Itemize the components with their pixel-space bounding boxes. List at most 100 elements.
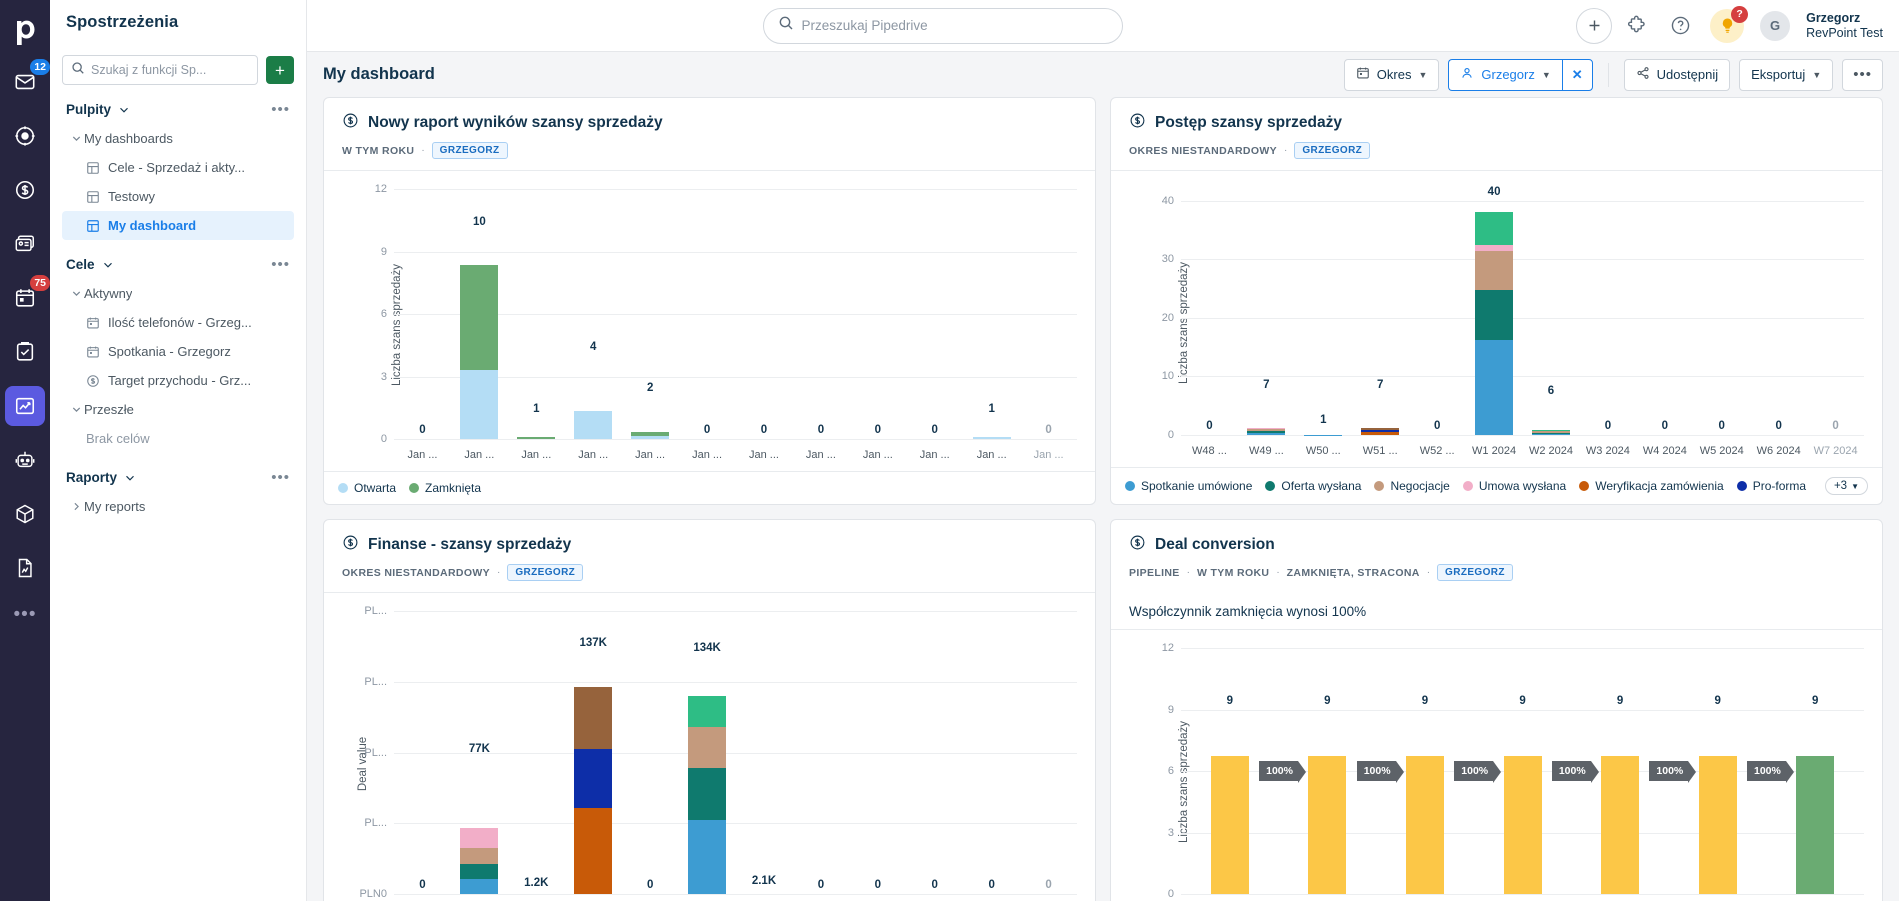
bar-segment[interactable] bbox=[460, 265, 499, 370]
bar-column[interactable]: 1 bbox=[508, 189, 565, 439]
card-owner-chip[interactable]: GRZEGORZ bbox=[1437, 564, 1513, 581]
bar-column[interactable]: 2 bbox=[622, 189, 679, 439]
bar-column[interactable]: 0 bbox=[1636, 189, 1693, 435]
rail-item-activities[interactable] bbox=[5, 332, 45, 372]
bar-column[interactable]: 0 bbox=[1409, 189, 1466, 435]
legend-item[interactable]: Oferta wysłana bbox=[1265, 479, 1361, 493]
tree-row-target-przychodu[interactable]: Target przychodu - Grz... bbox=[62, 366, 294, 395]
bar-segment[interactable] bbox=[688, 819, 727, 894]
tree-row-my-dashboard[interactable]: My dashboard bbox=[62, 211, 294, 240]
rail-item-documents[interactable] bbox=[5, 548, 45, 588]
bar-column[interactable]: 0 bbox=[1579, 189, 1636, 435]
bar-column[interactable]: 1 bbox=[1295, 189, 1352, 435]
global-search-box[interactable] bbox=[762, 7, 1123, 44]
section-menu-button[interactable]: ••• bbox=[271, 469, 290, 486]
bar-segment[interactable] bbox=[1405, 755, 1444, 894]
bar-column[interactable]: 134K bbox=[679, 611, 736, 894]
section-menu-button[interactable]: ••• bbox=[271, 256, 290, 273]
bar-column[interactable]: 9 bbox=[1571, 648, 1669, 894]
bar-segment[interactable] bbox=[1247, 433, 1286, 435]
chevron-down-icon[interactable] bbox=[118, 104, 130, 116]
user-filter-button[interactable]: Grzegorz ▼ bbox=[1448, 58, 1562, 91]
bar-column[interactable]: 0 bbox=[679, 189, 736, 439]
bar-column[interactable]: 7 bbox=[1352, 189, 1409, 435]
bar-column[interactable]: 2.1K bbox=[736, 611, 793, 894]
bar-column[interactable]: 0 bbox=[1807, 189, 1864, 435]
bar-column[interactable]: 4 bbox=[565, 189, 622, 439]
bar-segment[interactable] bbox=[1475, 340, 1514, 435]
bar-segment[interactable] bbox=[1503, 755, 1542, 894]
bar-column[interactable]: 0 bbox=[963, 611, 1020, 894]
sidebar-search-input[interactable] bbox=[91, 63, 249, 77]
rail-item-insights[interactable] bbox=[5, 386, 45, 426]
bar-segment[interactable] bbox=[1210, 755, 1249, 894]
bar-segment[interactable] bbox=[688, 695, 727, 727]
bar-column[interactable]: 1 bbox=[963, 189, 1020, 439]
rail-more-button[interactable]: ••• bbox=[14, 604, 37, 626]
bar-column[interactable]: 0 bbox=[1181, 189, 1238, 435]
bar-segment[interactable] bbox=[688, 768, 727, 820]
tree-row-my-dashboards[interactable]: My dashboards bbox=[62, 124, 294, 153]
lightbulb-icon[interactable]: ? bbox=[1710, 5, 1749, 43]
bar-column[interactable]: 9 bbox=[1766, 648, 1864, 894]
rail-item-calendar[interactable]: 75 bbox=[5, 275, 50, 318]
bar-column[interactable]: 10 bbox=[451, 189, 508, 439]
bar-column[interactable]: 40 bbox=[1466, 186, 1523, 435]
bar-column[interactable]: 0 bbox=[736, 189, 793, 439]
puzzle-icon[interactable] bbox=[1622, 12, 1650, 40]
rail-item-contacts[interactable] bbox=[5, 224, 45, 264]
bar-column[interactable]: 9 bbox=[1376, 648, 1474, 894]
bar-column[interactable]: 137K bbox=[565, 611, 622, 894]
card-owner-chip[interactable]: GRZEGORZ bbox=[507, 564, 584, 581]
bar-column[interactable]: 0 bbox=[792, 611, 849, 894]
legend-overflow-button[interactable]: +3 ▼ bbox=[1824, 477, 1868, 495]
chevron-down-icon[interactable] bbox=[102, 259, 114, 271]
bar-column[interactable]: 0 bbox=[1020, 189, 1077, 439]
bar-column[interactable]: 9 bbox=[1474, 648, 1572, 894]
legend-item[interactable]: Otwarta bbox=[338, 481, 396, 495]
tree-row-cele-sprzedaz[interactable]: Cele - Sprzedaż i akty... bbox=[62, 153, 294, 182]
avatar[interactable]: G bbox=[1760, 10, 1791, 41]
tree-row-testowy[interactable]: Testowy bbox=[62, 182, 294, 211]
card-owner-chip[interactable]: GRZEGORZ bbox=[1294, 142, 1371, 159]
bar-column[interactable]: 1.2K bbox=[508, 611, 565, 894]
bar-segment[interactable] bbox=[574, 748, 613, 808]
bar-segment[interactable] bbox=[574, 686, 613, 749]
bar-column[interactable]: 9 bbox=[1279, 648, 1377, 894]
bar-segment[interactable] bbox=[574, 807, 613, 894]
bar-segment[interactable] bbox=[460, 878, 499, 894]
rail-item-leads[interactable] bbox=[5, 116, 45, 156]
tree-row-my-reports[interactable]: My reports bbox=[62, 492, 294, 521]
bar-column[interactable]: 0 bbox=[906, 611, 963, 894]
bar-segment[interactable] bbox=[1361, 432, 1400, 435]
bar-column[interactable]: 0 bbox=[849, 611, 906, 894]
section-menu-button[interactable]: ••• bbox=[271, 101, 290, 118]
bar-segment[interactable] bbox=[1308, 755, 1347, 894]
legend-item[interactable]: Umowa wysłana bbox=[1462, 479, 1566, 493]
pipedrive-logo[interactable] bbox=[0, 10, 50, 54]
tree-row-spotkania[interactable]: Spotkania - Grzegorz bbox=[62, 337, 294, 366]
tree-row-przeszle[interactable]: Przeszłe bbox=[62, 395, 294, 424]
bar-column[interactable]: 0 bbox=[1750, 189, 1807, 435]
rail-item-automations[interactable] bbox=[5, 440, 45, 480]
share-button[interactable]: Udostępnij bbox=[1623, 58, 1731, 91]
bar-segment[interactable] bbox=[460, 369, 499, 439]
bar-segment[interactable] bbox=[688, 726, 727, 769]
bar-segment[interactable] bbox=[1475, 211, 1514, 246]
global-search-input[interactable] bbox=[801, 18, 1108, 33]
dashboard-more-button[interactable]: ••• bbox=[1842, 58, 1883, 91]
bar-column[interactable]: 0 bbox=[906, 189, 963, 439]
bar-segment[interactable] bbox=[1475, 289, 1514, 341]
chevron-down-icon[interactable] bbox=[124, 472, 136, 484]
bar-segment[interactable] bbox=[972, 437, 1011, 439]
bar-segment[interactable] bbox=[1475, 250, 1514, 290]
bar-column[interactable]: 7 bbox=[1238, 189, 1295, 435]
bar-segment[interactable] bbox=[460, 828, 499, 849]
global-add-button[interactable] bbox=[1576, 7, 1613, 44]
bar-segment[interactable] bbox=[1531, 434, 1570, 435]
user-info[interactable]: Grzegorz RevPoint Test bbox=[1806, 11, 1883, 41]
bar-column[interactable]: 0 bbox=[792, 189, 849, 439]
bar-segment[interactable] bbox=[460, 864, 499, 879]
bar-segment[interactable] bbox=[460, 848, 499, 865]
bar-column[interactable]: 0 bbox=[1020, 611, 1077, 894]
